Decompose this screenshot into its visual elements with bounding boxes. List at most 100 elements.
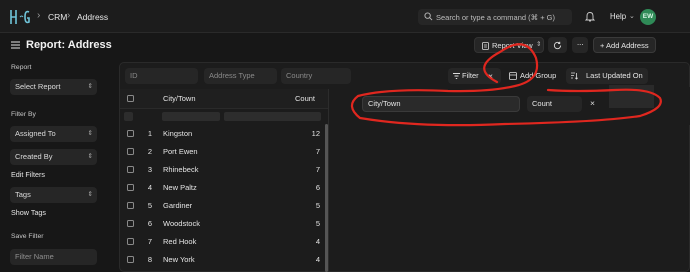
- created-by-select[interactable]: Created By ⇕: [10, 149, 97, 165]
- app-logo[interactable]: [9, 7, 31, 27]
- sort-button[interactable]: Last Updated On: [566, 68, 648, 84]
- row-number: 7: [147, 237, 153, 246]
- more-options-button[interactable]: ···: [572, 37, 588, 53]
- count-cell: 4: [315, 237, 320, 246]
- address-type-filter-input[interactable]: Address Type: [204, 68, 277, 84]
- edit-filters-link[interactable]: Edit Filters: [11, 170, 45, 179]
- assigned-to-value: Assigned To: [15, 129, 56, 138]
- column-header-count[interactable]: Count: [295, 94, 315, 103]
- report-select-value: Select Report: [15, 82, 61, 91]
- tags-select[interactable]: Tags ⇕: [10, 187, 97, 203]
- count-cell: 12: [311, 129, 320, 138]
- city-cell: Gardiner: [163, 201, 193, 210]
- city-cell: New York: [163, 255, 195, 264]
- table-row[interactable]: 8 New York 4: [120, 251, 328, 269]
- city-cell: Kingston: [163, 129, 193, 138]
- group-by-field-select[interactable]: City/Town: [362, 96, 520, 112]
- add-address-label: + Add Address: [600, 41, 649, 50]
- user-avatar[interactable]: EW: [640, 9, 656, 25]
- table-row[interactable]: 1 Kingston 12: [120, 125, 328, 143]
- table-row[interactable]: 6 Woodstock 5: [120, 215, 328, 233]
- filter-name-placeholder: Filter Name: [15, 252, 54, 261]
- group-by-icon: [509, 72, 517, 80]
- table-row[interactable]: 7 Red Hook 4: [120, 233, 328, 251]
- tags-value: Tags: [15, 190, 31, 199]
- id-filter-input[interactable]: ID: [125, 68, 198, 84]
- report-label: Report: [11, 64, 32, 71]
- popover-shadow: [609, 85, 654, 108]
- table-filter-row: [120, 110, 328, 124]
- table-row[interactable]: 2 Port Ewen 7: [120, 143, 328, 161]
- search-placeholder: Search or type a command (⌘ + G): [436, 12, 556, 22]
- row-checkbox[interactable]: [127, 256, 134, 263]
- table-row[interactable]: 5 Gardiner 5: [120, 197, 328, 215]
- id-filter-placeholder: ID: [130, 71, 138, 80]
- select-arrows-icon: ⇕: [87, 130, 93, 137]
- count-cell: 7: [315, 147, 320, 156]
- filter-icon: [453, 73, 460, 79]
- help-menu[interactable]: Help: [610, 12, 626, 21]
- city-cell: Red Hook: [163, 237, 197, 246]
- select-arrows-icon: ⇕: [87, 83, 93, 90]
- row-checkbox[interactable]: [127, 130, 134, 137]
- column-header-city[interactable]: City/Town: [163, 94, 196, 103]
- search-icon: [424, 12, 433, 21]
- country-filter-placeholder: Country: [286, 71, 313, 80]
- row-checkbox[interactable]: [127, 148, 134, 155]
- document-icon: [482, 42, 489, 50]
- column-divider: [328, 89, 329, 272]
- city-cell: New Paltz: [163, 183, 197, 192]
- select-arrows-icon: ⇕: [536, 41, 542, 48]
- table-row[interactable]: 3 Rhinebeck 7: [120, 161, 328, 179]
- add-group-button[interactable]: Add Group: [507, 68, 560, 84]
- navbar: › CRM › Address Search or type a command…: [0, 0, 690, 33]
- add-address-button[interactable]: + Add Address: [593, 37, 656, 53]
- count-cell: 5: [315, 219, 320, 228]
- row-number: 5: [147, 201, 153, 210]
- row-checkbox[interactable]: [127, 202, 134, 209]
- city-filter-cell[interactable]: [162, 112, 220, 121]
- city-cell: Rhinebeck: [163, 165, 199, 174]
- clear-filter-icon[interactable]: ×: [488, 68, 493, 84]
- select-all-checkbox[interactable]: [127, 95, 134, 102]
- sort-label: Last Updated On: [586, 71, 643, 80]
- assigned-to-select[interactable]: Assigned To ⇕: [10, 126, 97, 142]
- city-cell: Port Ewen: [163, 147, 198, 156]
- refresh-button[interactable]: [548, 37, 567, 53]
- report-view-label: Report View: [492, 41, 533, 50]
- refresh-icon: [553, 41, 562, 50]
- row-number: 4: [147, 183, 153, 192]
- group-by-aggregate-select[interactable]: Count: [527, 96, 582, 112]
- count-cell: 6: [315, 183, 320, 192]
- row-checkbox[interactable]: [127, 184, 134, 191]
- filter-label: Filter: [462, 71, 479, 80]
- notification-bell-icon[interactable]: [585, 11, 595, 22]
- row-filter-cell[interactable]: [124, 112, 133, 121]
- hamburger-menu-icon[interactable]: [11, 41, 20, 49]
- report-view-button[interactable]: Report View ⇕: [474, 37, 544, 53]
- show-tags-link[interactable]: Show Tags: [11, 208, 46, 217]
- filter-button[interactable]: Filter ×: [448, 68, 501, 84]
- sort-icon: [571, 72, 578, 80]
- chevron-right-icon: ›: [37, 10, 41, 21]
- search-bar[interactable]: Search or type a command (⌘ + G): [418, 9, 572, 25]
- more-dots-icon: ···: [576, 40, 584, 49]
- remove-group-icon[interactable]: ×: [590, 98, 595, 108]
- table-row[interactable]: 4 New Paltz 6: [120, 179, 328, 197]
- country-filter-input[interactable]: Country: [281, 68, 351, 84]
- count-cell: 5: [315, 201, 320, 210]
- select-arrows-icon: ⇕: [87, 191, 93, 198]
- filter-name-input[interactable]: Filter Name: [10, 249, 97, 265]
- breadcrumb-address[interactable]: Address: [77, 12, 108, 22]
- created-by-value: Created By: [15, 152, 53, 161]
- row-checkbox[interactable]: [127, 166, 134, 173]
- count-filter-cell[interactable]: [224, 112, 321, 121]
- chevron-down-icon[interactable]: ⌄: [629, 12, 635, 20]
- breadcrumb-crm[interactable]: CRM: [48, 12, 67, 22]
- row-checkbox[interactable]: [127, 220, 134, 227]
- row-checkbox[interactable]: [127, 238, 134, 245]
- group-by-field-value: City/Town: [368, 99, 401, 108]
- table-header: City/Town Count: [120, 89, 328, 109]
- report-select[interactable]: Select Report ⇕: [10, 79, 97, 95]
- group-by-aggregate-value: Count: [532, 99, 553, 108]
